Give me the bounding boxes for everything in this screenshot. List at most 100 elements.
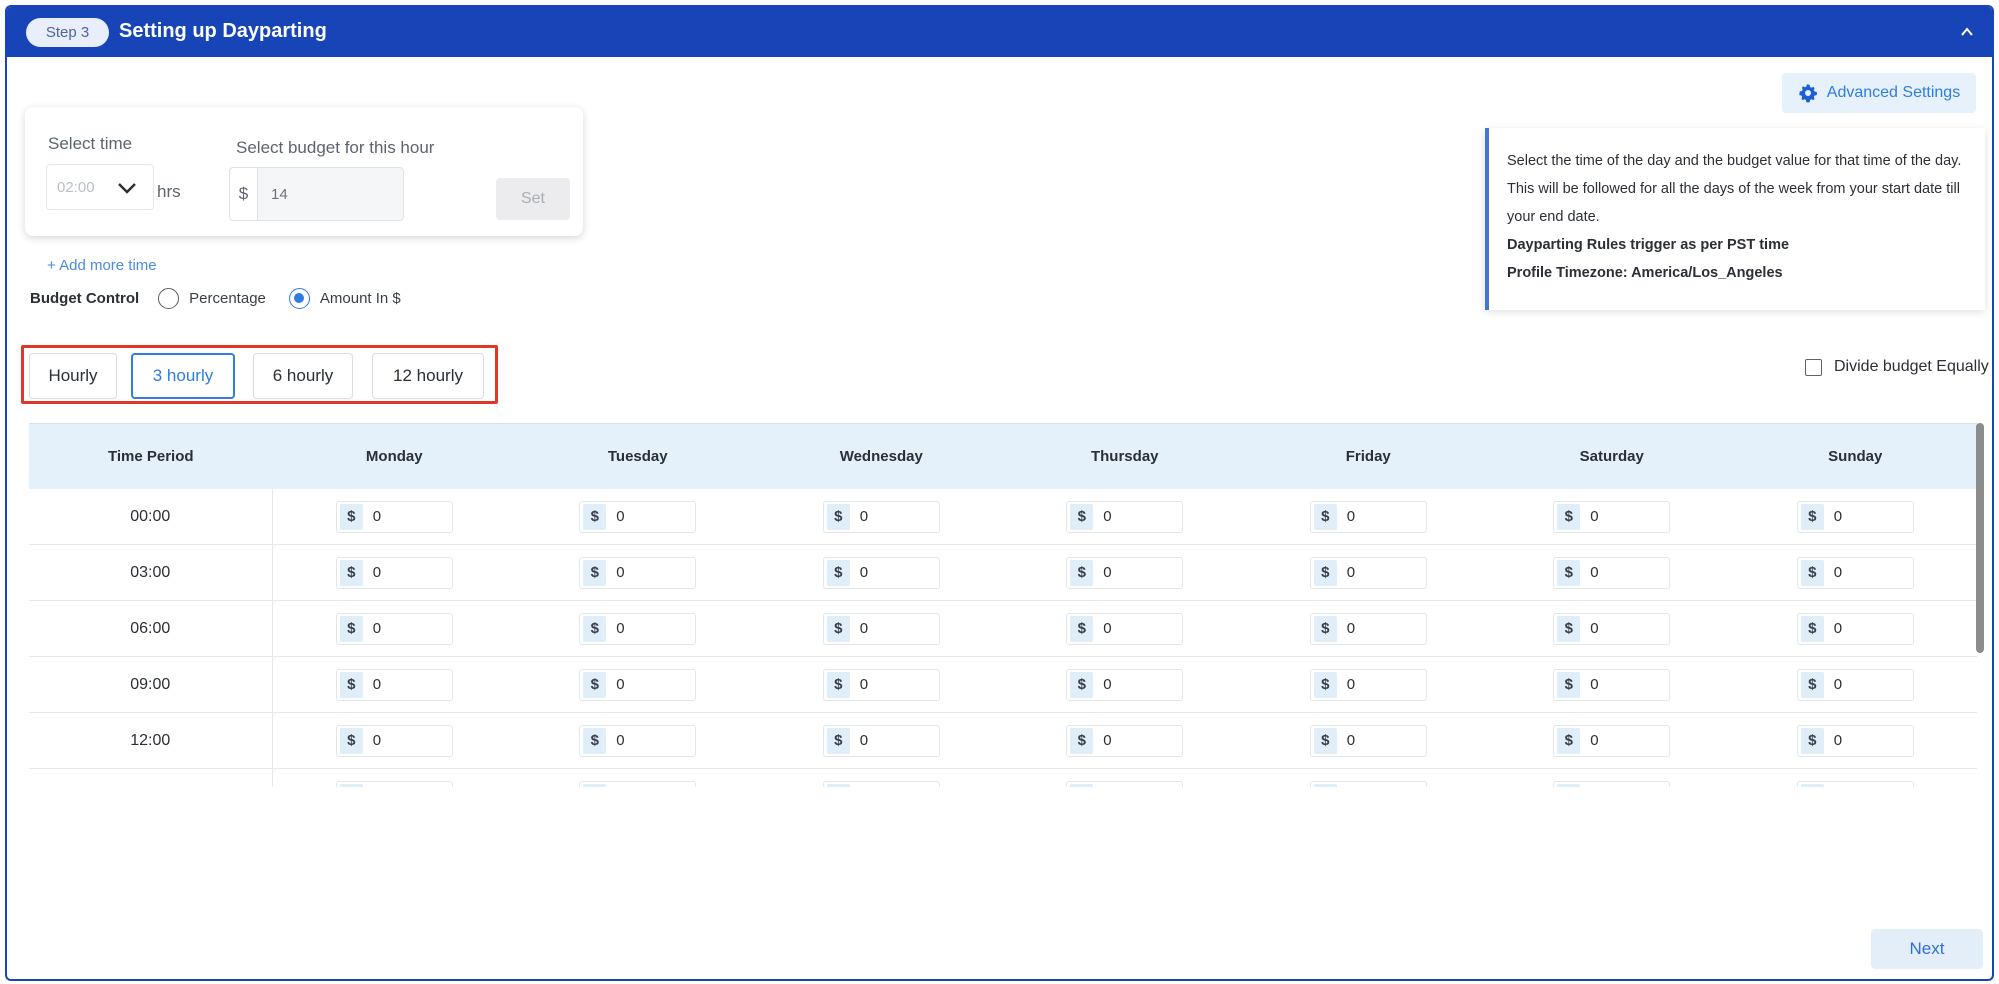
day-budget-value: 0: [1346, 676, 1356, 693]
day-budget-input[interactable]: $0: [335, 724, 453, 757]
day-budget-value: 0: [372, 564, 382, 581]
day-budget-value: 0: [372, 508, 382, 525]
budget-cell: $0: [1734, 713, 1978, 768]
day-budget-input[interactable]: [1309, 780, 1427, 787]
info-timezone: Profile Timezone: America/Los_Angeles: [1507, 265, 1783, 281]
currency-prefix: $: [826, 503, 850, 530]
budget-control-label: Budget Control: [30, 290, 140, 307]
budget-cell: $0: [1003, 657, 1247, 712]
next-button[interactable]: Next: [1871, 929, 1983, 969]
day-budget-value: 0: [1346, 732, 1356, 749]
percentage-radio[interactable]: [158, 288, 180, 309]
day-budget-input[interactable]: [579, 780, 697, 787]
percentage-label[interactable]: Percentage: [189, 290, 266, 307]
divide-budget-label: Divide budget Equally: [1834, 358, 1989, 375]
day-budget-input[interactable]: $0: [1309, 500, 1427, 533]
step-header[interactable]: Step 3 Setting up Dayparting: [7, 7, 1992, 57]
day-budget-input[interactable]: $0: [1309, 724, 1427, 757]
table-scrollbar[interactable]: [1976, 423, 1984, 653]
day-budget-input[interactable]: $0: [335, 556, 453, 589]
day-budget-input[interactable]: $0: [1796, 556, 1914, 589]
day-budget-input[interactable]: $0: [1066, 556, 1184, 589]
day-budget-input[interactable]: $0: [822, 668, 940, 701]
budget-value: 14: [271, 185, 288, 203]
day-budget-input[interactable]: $0: [822, 612, 940, 645]
checkbox-icon[interactable]: [1805, 358, 1822, 376]
day-budget-input[interactable]: $0: [1309, 668, 1427, 701]
currency-prefix: $: [826, 615, 850, 642]
currency-prefix: $: [1313, 727, 1337, 754]
day-budget-input[interactable]: $0: [1553, 500, 1671, 533]
amount-radio[interactable]: [288, 288, 310, 309]
divide-budget-checkbox[interactable]: Divide budget Equally: [1805, 358, 1989, 376]
day-budget-value: 0: [1103, 620, 1112, 637]
day-budget-input[interactable]: $0: [1553, 668, 1671, 701]
amount-label[interactable]: Amount In $: [320, 290, 401, 307]
tab-12-hourly[interactable]: 12 hourly: [372, 353, 484, 399]
info-rule: Dayparting Rules trigger as per PST time: [1507, 237, 1790, 253]
chevron-up-icon[interactable]: [1960, 25, 1974, 39]
day-budget-input[interactable]: $0: [579, 556, 697, 589]
day-budget-input[interactable]: $0: [335, 612, 453, 645]
budget-cell: $0: [1003, 489, 1247, 544]
advanced-settings-button[interactable]: Advanced Settings: [1782, 73, 1976, 113]
tab-3-hourly[interactable]: 3 hourly: [131, 353, 235, 399]
day-budget-input[interactable]: $0: [1066, 668, 1184, 701]
currency-prefix: [1800, 783, 1824, 787]
day-budget-input[interactable]: $0: [1309, 556, 1427, 589]
day-budget-input[interactable]: [1796, 780, 1914, 787]
tab-hourly[interactable]: Hourly: [29, 353, 117, 399]
day-budget-input[interactable]: [335, 780, 453, 787]
day-budget-input[interactable]: $0: [1066, 500, 1184, 533]
budget-cell: $0: [1247, 657, 1491, 712]
currency-prefix: $: [1070, 671, 1094, 698]
day-budget-input[interactable]: $0: [579, 724, 697, 757]
day-budget-input[interactable]: $0: [579, 500, 697, 533]
day-budget-input[interactable]: $0: [1796, 612, 1914, 645]
time-period-cell: 06:00: [29, 601, 273, 656]
day-budget-input[interactable]: $0: [822, 500, 940, 533]
day-budget-input[interactable]: $0: [1796, 668, 1914, 701]
currency-prefix: $: [1800, 559, 1824, 586]
currency-prefix: $: [583, 727, 607, 754]
budget-table[interactable]: Time Period Monday Tuesday Wednesday Thu…: [29, 423, 1977, 787]
day-budget-input[interactable]: $0: [822, 724, 940, 757]
table-row: 12:00 $0 $0 $0 $0 $0 $0 $0: [29, 713, 1977, 769]
day-budget-input[interactable]: $0: [1796, 724, 1914, 757]
day-budget-input[interactable]: $0: [579, 612, 697, 645]
day-budget-input[interactable]: $0: [1796, 500, 1914, 533]
budget-cell: $0: [1247, 601, 1491, 656]
currency-prefix: $: [1313, 615, 1337, 642]
header-sunday: Sunday: [1828, 448, 1883, 465]
day-budget-value: 0: [372, 676, 382, 693]
day-budget-value: 0: [372, 732, 382, 749]
day-budget-input[interactable]: $0: [335, 500, 453, 533]
day-budget-input[interactable]: $0: [1309, 612, 1427, 645]
day-budget-input[interactable]: [1553, 780, 1671, 787]
add-more-time-link[interactable]: + Add more time: [47, 257, 157, 274]
day-budget-input[interactable]: $0: [1553, 556, 1671, 589]
tab-6-hourly[interactable]: 6 hourly: [253, 353, 353, 399]
currency-prefix: $: [1800, 615, 1824, 642]
budget-cell: $0: [1003, 713, 1247, 768]
day-budget-input[interactable]: $0: [1066, 724, 1184, 757]
day-budget-value: 0: [616, 732, 625, 749]
day-budget-input[interactable]: [1066, 780, 1184, 787]
budget-cell: $0: [1490, 489, 1734, 544]
set-button[interactable]: Set: [496, 178, 570, 220]
day-budget-input[interactable]: [822, 780, 940, 787]
budget-cell: $0: [1490, 601, 1734, 656]
budget-cell: $0: [516, 657, 760, 712]
budget-input[interactable]: $ 14: [229, 167, 404, 221]
time-select[interactable]: 02:00: [46, 164, 154, 210]
day-budget-input[interactable]: $0: [822, 556, 940, 589]
day-budget-input[interactable]: $0: [1553, 612, 1671, 645]
day-budget-value: 0: [616, 620, 625, 637]
budget-cell: $0: [760, 489, 1004, 544]
budget-cell: $0: [760, 601, 1004, 656]
info-card: Select the time of the day and the budge…: [1485, 128, 1985, 310]
day-budget-input[interactable]: $0: [335, 668, 453, 701]
day-budget-input[interactable]: $0: [579, 668, 697, 701]
day-budget-input[interactable]: $0: [1553, 724, 1671, 757]
day-budget-input[interactable]: $0: [1066, 612, 1184, 645]
